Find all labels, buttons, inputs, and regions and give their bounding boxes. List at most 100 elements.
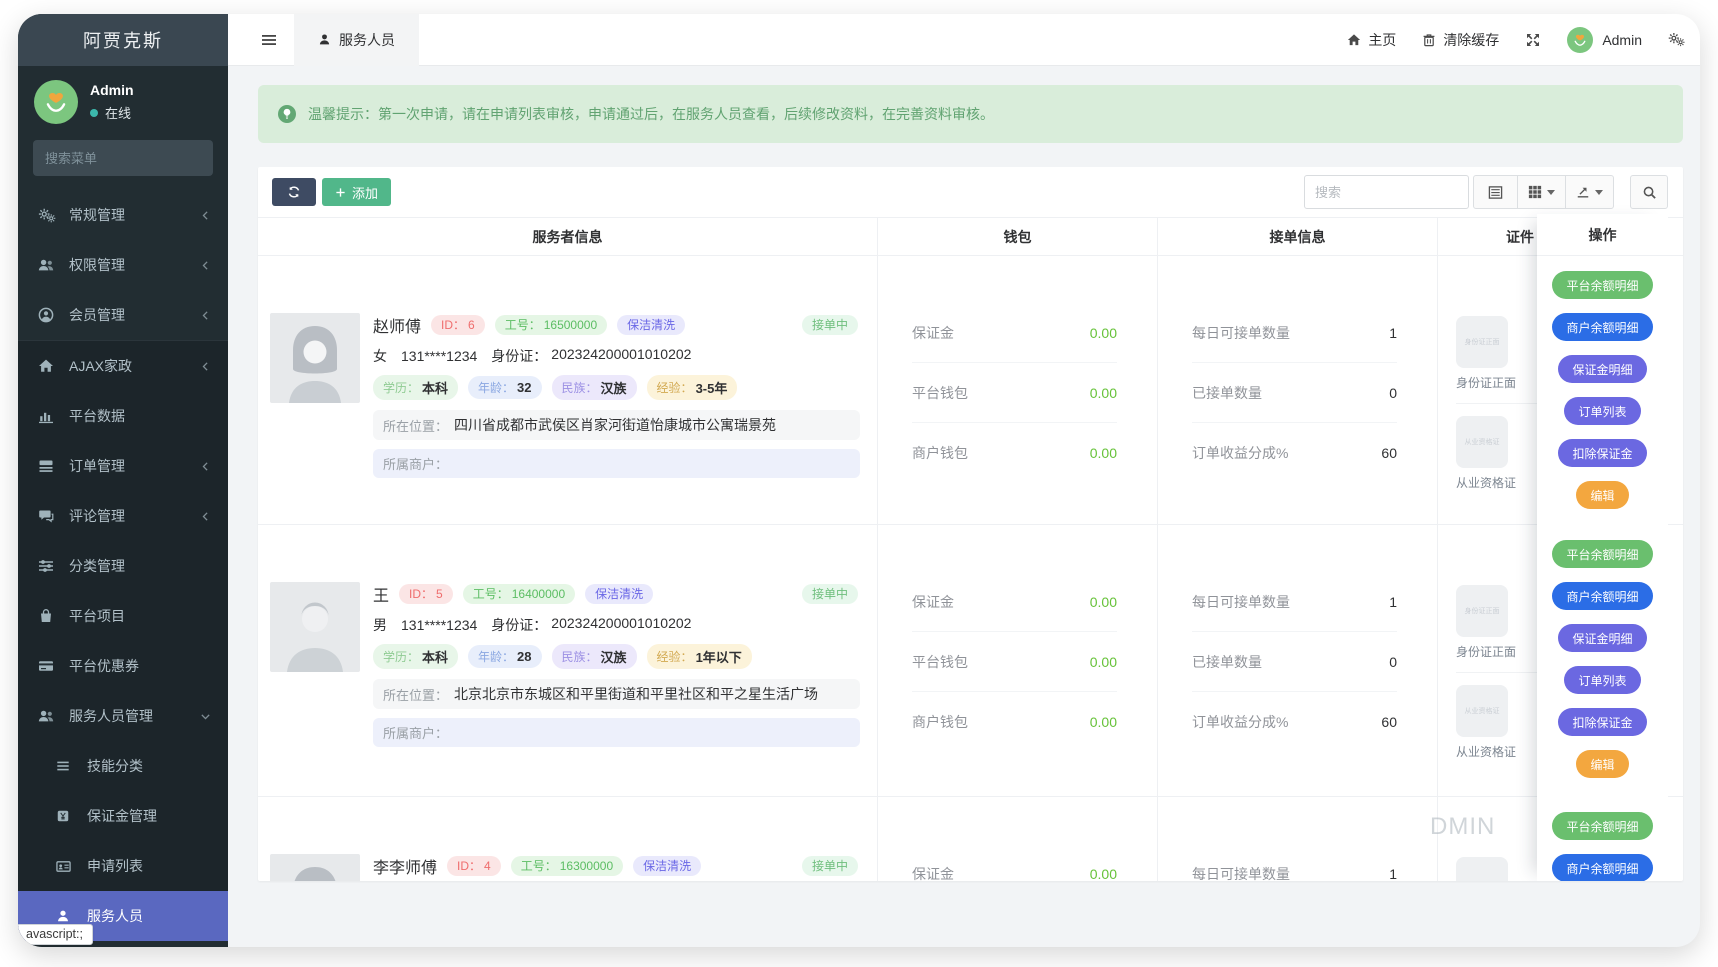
status-badge: 接单中 [802,584,858,604]
education-badge: 学历：本科 [373,375,458,400]
cert-item [1456,857,1518,881]
ethnic-badge: 民族：汉族 [552,375,637,400]
avatar [34,80,78,124]
column-header-actions: 操作 [1537,214,1668,256]
merchant-balance-detail-button[interactable]: 商户余额明细 [1552,582,1652,610]
detail-view-button[interactable] [1473,175,1518,209]
table-header-row: 服务者信息 钱包 接单信息 证件 [258,217,1683,256]
clear-cache-link[interactable]: 清除缓存 [1422,30,1499,50]
topbar: 服务人员 主页 清除缓存 Admin [228,14,1700,66]
wallet-item: 保证金0.00 [912,844,1117,881]
worker-photo[interactable] [270,313,360,403]
sidebar-item-platform-coupons[interactable]: 平台优惠券 [18,641,228,691]
platform-balance-detail-button[interactable]: 平台余额明细 [1552,271,1652,299]
sidebar-item-application-list[interactable]: 申请列表 [18,841,228,891]
toolbar-search-button[interactable] [1630,175,1668,209]
tip-alert-text: 温馨提示：第一次申请，请在申请列表审核，申请通过后，在服务人员查看，后续修改资料… [308,104,994,124]
age-badge: 年龄：28 [468,645,541,668]
sidebar-item-platform-data[interactable]: 平台数据 [18,391,228,441]
worker-name: 李李师傅 [373,854,437,878]
worker-gender: 女 [373,346,387,366]
cert-image[interactable]: 从业资格证 [1456,685,1508,737]
column-header-wallet: 钱包 [878,218,1158,255]
sidebar-nav: 常规管理 权限管理 会员管理 AJAX家政 平台数据 订单管理 评论管理 分类管… [18,190,228,947]
hands-heart-icon [39,85,73,119]
menu-search-input[interactable] [45,151,221,166]
table-search-input[interactable] [1304,175,1469,209]
order-list-button[interactable]: 订单列表 [1564,397,1640,425]
caret-down-icon [1595,190,1603,195]
sidebar-user-panel: Admin 在线 [18,66,228,136]
orders-cell: 每日可接单数量1 [1158,797,1438,881]
age-badge: 年龄：32 [468,376,541,399]
table-toolbar: 添加 [258,167,1683,217]
orders-icon [38,458,60,474]
sidebar-item-ajax-housekeeping[interactable]: AJAX家政 [18,341,228,391]
columns-button[interactable] [1517,175,1566,209]
orders-item: 已接单数量0 [1192,632,1397,692]
sidebar-item-skill-categories[interactable]: 技能分类 [18,741,228,791]
chevron-left-icon [199,309,212,322]
action-column: 操作 平台余额明细 商户余额明细 保证金明细 订单列表 扣除保证金 编辑 平台余… [1537,214,1668,881]
edit-button[interactable]: 编辑 [1576,750,1628,778]
worker-phone: 131****1234 [401,617,477,633]
orders-item: 每日可接单数量1 [1192,303,1397,363]
worker-gender: 男 [373,615,387,635]
orders-item: 订单收益分成%60 [1192,423,1397,483]
menu-search [33,140,213,176]
settings-button[interactable] [1668,32,1686,47]
user-icon [318,33,331,46]
platform-balance-detail-button[interactable]: 平台余额明细 [1552,540,1652,568]
sidebar-item-deposit-management[interactable]: 保证金管理 [18,791,228,841]
sidebar-item-platform-projects[interactable]: 平台项目 [18,591,228,641]
chevron-left-icon [199,259,212,272]
fullscreen-button[interactable] [1525,32,1541,48]
cert-image[interactable]: 从业资格证 [1456,416,1508,468]
location-box: 所在位置：四川省成都市武侯区肖家河街道怡康城市公寓瑞景苑 [373,410,860,440]
cert-image[interactable]: 身份证正面 [1456,585,1508,637]
cert-item: 身份证正面身份证正面 [1456,585,1518,660]
worker-photo[interactable] [270,582,360,672]
add-button[interactable]: 添加 [322,178,391,206]
sidebar-item-general[interactable]: 常规管理 [18,190,228,240]
worker-phone: 131****1234 [401,348,477,364]
table-card: 添加 服务者信息 钱包 接单信息 [258,167,1683,881]
merchant-box: 所属商户： [373,718,860,747]
chevron-left-icon [199,460,212,473]
cert-image[interactable]: 身份证正面 [1456,316,1508,368]
sidebar-item-staff-management[interactable]: 服务人员管理 [18,691,228,741]
home-link[interactable]: 主页 [1347,30,1396,50]
sidebar-user-name: Admin [90,82,134,98]
team-icon [38,708,60,724]
tab-service-staff[interactable]: 服务人员 [294,14,419,66]
sidebar-item-members[interactable]: 会员管理 [18,290,228,340]
id-badge: ID：4 [447,856,501,876]
sidebar-item-category-management[interactable]: 分类管理 [18,541,228,591]
order-list-button[interactable]: 订单列表 [1564,666,1640,694]
chevron-left-icon [199,510,212,523]
row-actions: 平台余额明细 商户余额明细 [1537,797,1668,881]
status-badge: 接单中 [802,856,858,876]
merchant-balance-detail-button[interactable]: 商户余额明细 [1552,854,1652,881]
export-button[interactable] [1565,175,1614,209]
refresh-button[interactable] [272,178,316,206]
sidebar-item-comment-management[interactable]: 评论管理 [18,491,228,541]
platform-balance-detail-button[interactable]: 平台余额明细 [1552,812,1652,840]
worker-photo[interactable] [270,854,360,881]
deduct-deposit-button[interactable]: 扣除保证金 [1558,439,1646,467]
merchant-balance-detail-button[interactable]: 商户余额明细 [1552,313,1652,341]
orders-item: 订单收益分成%60 [1192,692,1397,752]
deposit-detail-button[interactable]: 保证金明细 [1558,355,1646,383]
worker-idcard: 身份证：202324200001010202 [491,615,691,635]
tip-alert: 温馨提示：第一次申请，请在申请列表审核，申请通过后，在服务人员查看，后续修改资料… [258,85,1683,143]
sidebar-item-order-management[interactable]: 订单管理 [18,441,228,491]
edit-button[interactable]: 编辑 [1576,481,1628,509]
gear-icon [1668,32,1686,47]
sidebar-item-permissions[interactable]: 权限管理 [18,240,228,290]
cert-image[interactable] [1456,857,1508,881]
deposit-detail-button[interactable]: 保证金明细 [1558,624,1646,652]
user-menu[interactable]: Admin [1567,27,1642,53]
hamburger-icon[interactable] [228,32,294,48]
home-icon [1347,33,1361,47]
deduct-deposit-button[interactable]: 扣除保证金 [1558,708,1646,736]
